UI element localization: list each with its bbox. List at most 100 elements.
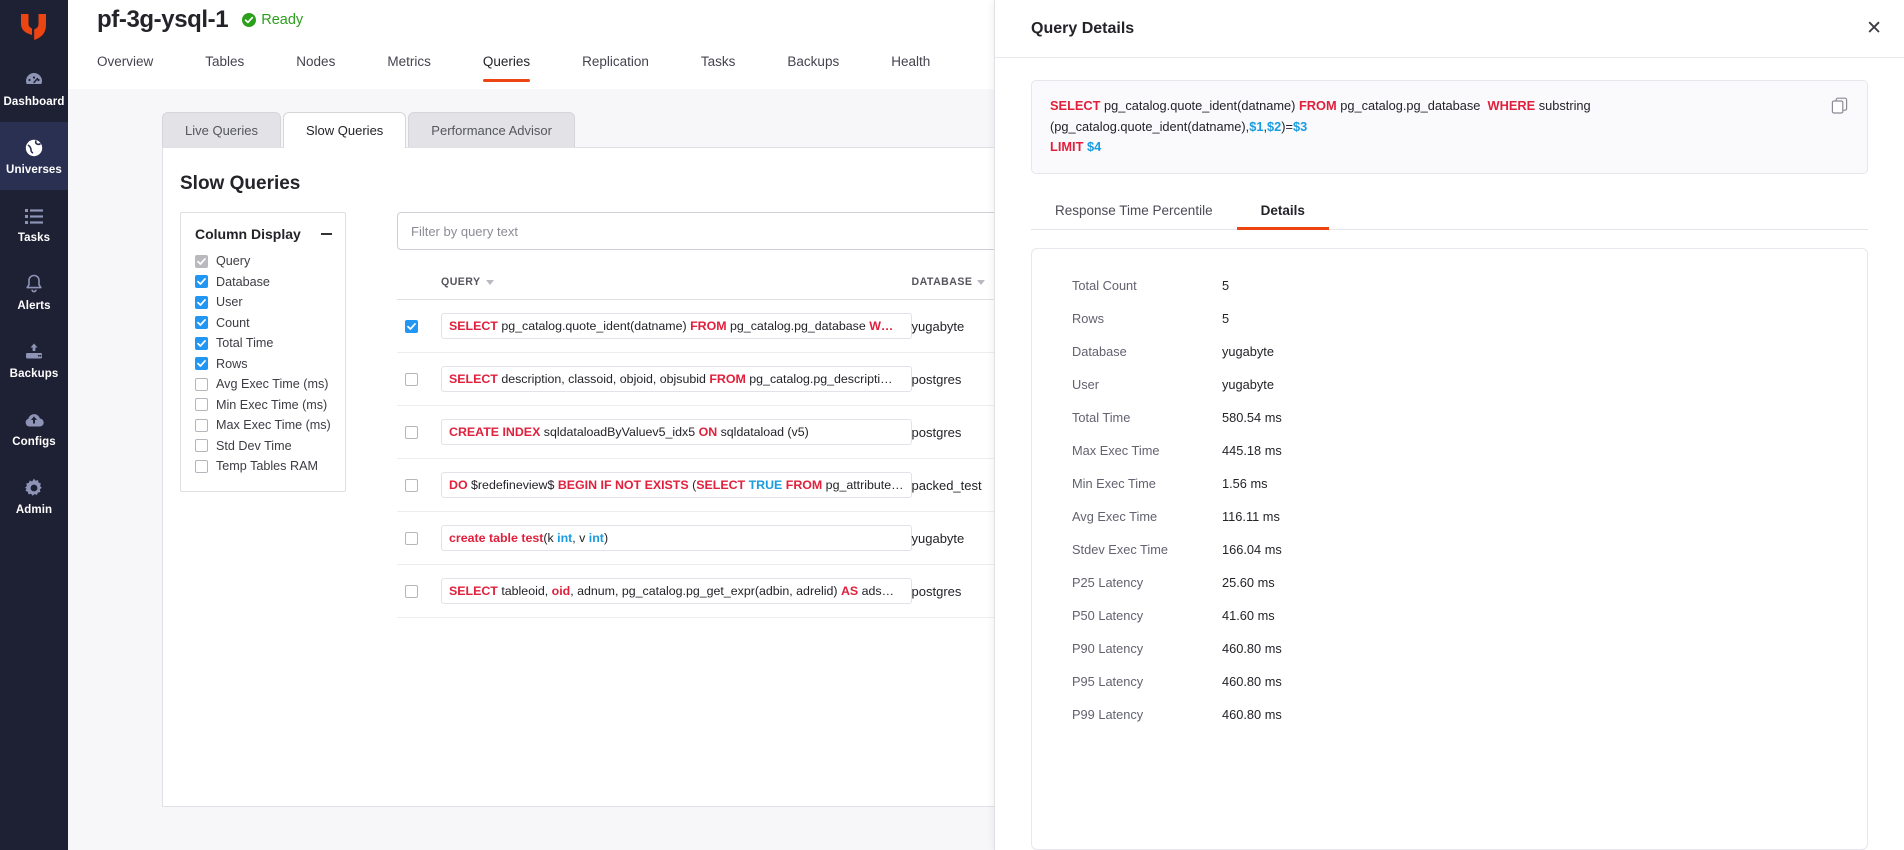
detail-key: User (1072, 377, 1222, 392)
th-query[interactable]: QUERY (441, 276, 912, 300)
sidebar-item-label: Admin (16, 504, 52, 516)
checkbox-icon[interactable] (195, 419, 208, 432)
copy-icon[interactable] (1831, 97, 1849, 117)
primary-sidebar: Dashboard UniversesTasksAlertsBackupsConf… (0, 0, 68, 850)
row-query-cell[interactable]: create table test(k int, v int) (441, 512, 912, 565)
row-select-cell[interactable] (397, 300, 441, 353)
row-query-cell[interactable]: CREATE INDEX sqldataloadByValuev5_idx5 O… (441, 406, 912, 459)
detail-value: 1.56 ms (1222, 476, 1268, 491)
row-query-cell[interactable]: SELECT tableoid, oid, adnum, pg_catalog.… (441, 565, 912, 618)
tab-metrics[interactable]: Metrics (387, 45, 458, 82)
sidebar-item-configs[interactable]: Configs (0, 394, 68, 462)
sidebar-item-universes[interactable]: Universes (0, 122, 68, 190)
column-display-card: Column Display QueryDatabaseUserCountTot… (180, 212, 346, 492)
detail-key: Rows (1072, 311, 1222, 326)
checkbox-icon[interactable] (405, 373, 418, 386)
column-toggle-std-dev-time[interactable]: Std Dev Time (195, 436, 332, 457)
detail-key: P95 Latency (1072, 674, 1222, 689)
checkbox-icon[interactable] (405, 320, 418, 333)
tab-nodes[interactable]: Nodes (296, 45, 362, 82)
detail-key: Total Count (1072, 278, 1222, 293)
sidebar-item-dashboard[interactable]: Dashboard (0, 54, 68, 122)
checkbox-icon[interactable] (195, 337, 208, 350)
detail-key: Database (1072, 344, 1222, 359)
query-details-card: Total Count5Rows5DatabaseyugabyteUseryug… (1031, 248, 1868, 850)
checkbox-icon[interactable] (195, 439, 208, 452)
detail-value: 166.04 ms (1222, 542, 1282, 557)
column-toggle-label: Avg Exec Time (ms) (216, 377, 328, 391)
row-query-cell[interactable]: SELECT description, classoid, objoid, ob… (441, 353, 912, 406)
detail-row: P50 Latency41.60 ms (1032, 599, 1867, 632)
checkbox-icon[interactable] (405, 532, 418, 545)
app-root: DashboardUniversesTasksAlertsBackupsConf… (0, 0, 1904, 850)
detail-row: Useryugabyte (1032, 368, 1867, 401)
detail-row: P95 Latency460.80 ms (1032, 665, 1867, 698)
status-badge-label: Ready (261, 12, 303, 28)
backup-upload-icon (23, 341, 45, 363)
row-query-cell[interactable]: SELECT pg_catalog.quote_ident(datname) F… (441, 300, 912, 353)
column-toggle-temp-tables-ram[interactable]: Temp Tables RAM (195, 456, 332, 477)
detail-key: Min Exec Time (1072, 476, 1222, 491)
detail-row: Max Exec Time445.18 ms (1032, 434, 1867, 467)
subtab-performance-advisor[interactable]: Performance Advisor (408, 112, 575, 148)
tab-health[interactable]: Health (891, 45, 957, 82)
sidebar-item-tasks[interactable]: Tasks (0, 190, 68, 258)
close-icon[interactable]: ✕ (1866, 19, 1882, 38)
column-toggle-avg-exec-time-ms[interactable]: Avg Exec Time (ms) (195, 374, 332, 395)
drawer-tabs: Response Time PercentileDetails (1031, 194, 1868, 230)
column-toggle-database[interactable]: Database (195, 272, 332, 293)
minus-icon[interactable] (321, 233, 332, 235)
row-query-cell[interactable]: DO $redefineview$ BEGIN IF NOT EXISTS (S… (441, 459, 912, 512)
column-toggle-max-exec-time-ms[interactable]: Max Exec Time (ms) (195, 415, 332, 436)
status-badge: Ready (242, 12, 303, 28)
row-select-cell[interactable] (397, 512, 441, 565)
checkbox-icon[interactable] (405, 479, 418, 492)
detail-value: 580.54 ms (1222, 410, 1282, 425)
detail-value: 116.11 ms (1222, 509, 1280, 524)
column-toggle-label: Temp Tables RAM (216, 459, 318, 473)
sidebar-item-label: Dashboard (4, 96, 65, 108)
column-toggle-count[interactable]: Count (195, 313, 332, 334)
column-toggle-user[interactable]: User (195, 292, 332, 313)
checkbox-icon[interactable] (405, 585, 418, 598)
sql-preview-text: SELECT pg_catalog.quote_ident(datname) F… (1050, 96, 1821, 158)
detail-row: Min Exec Time1.56 ms (1032, 467, 1867, 500)
checkbox-icon[interactable] (195, 398, 208, 411)
row-select-cell[interactable] (397, 459, 441, 512)
sidebar-item-admin[interactable]: Admin (0, 462, 68, 530)
tab-queries[interactable]: Queries (483, 45, 557, 82)
detail-value: 41.60 ms (1222, 608, 1275, 623)
detail-value: 445.18 ms (1222, 443, 1282, 458)
cloud-upload-icon (23, 409, 45, 431)
checkbox-icon[interactable] (195, 296, 208, 309)
column-toggle-rows[interactable]: Rows (195, 354, 332, 375)
subtab-slow-queries[interactable]: Slow Queries (283, 112, 406, 148)
drawer-tab-response-time-percentile[interactable]: Response Time Percentile (1031, 194, 1237, 229)
sidebar-item-alerts[interactable]: Alerts (0, 258, 68, 326)
tab-tables[interactable]: Tables (205, 45, 271, 82)
detail-value: 5 (1222, 278, 1229, 293)
tab-tasks[interactable]: Tasks (701, 45, 763, 82)
row-select-cell[interactable] (397, 353, 441, 406)
column-toggle-label: Query (216, 254, 250, 268)
row-select-cell[interactable] (397, 565, 441, 618)
sort-icon[interactable] (486, 280, 494, 285)
checkbox-icon[interactable] (405, 426, 418, 439)
tab-replication[interactable]: Replication (582, 45, 676, 82)
checkbox-icon[interactable] (195, 460, 208, 473)
subtab-live-queries[interactable]: Live Queries (162, 112, 281, 148)
tab-overview[interactable]: Overview (97, 45, 180, 82)
tab-backups[interactable]: Backups (787, 45, 866, 82)
yugabyte-logo[interactable] (0, 0, 68, 54)
drawer-tab-details[interactable]: Details (1237, 194, 1329, 229)
detail-key: Max Exec Time (1072, 443, 1222, 458)
column-toggle-min-exec-time-ms[interactable]: Min Exec Time (ms) (195, 395, 332, 416)
checkbox-icon[interactable] (195, 275, 208, 288)
checkbox-icon[interactable] (195, 316, 208, 329)
row-select-cell[interactable] (397, 406, 441, 459)
checkbox-icon[interactable] (195, 357, 208, 370)
sort-icon[interactable] (977, 280, 985, 285)
column-toggle-total-time[interactable]: Total Time (195, 333, 332, 354)
sidebar-item-backups[interactable]: Backups (0, 326, 68, 394)
checkbox-icon[interactable] (195, 378, 208, 391)
